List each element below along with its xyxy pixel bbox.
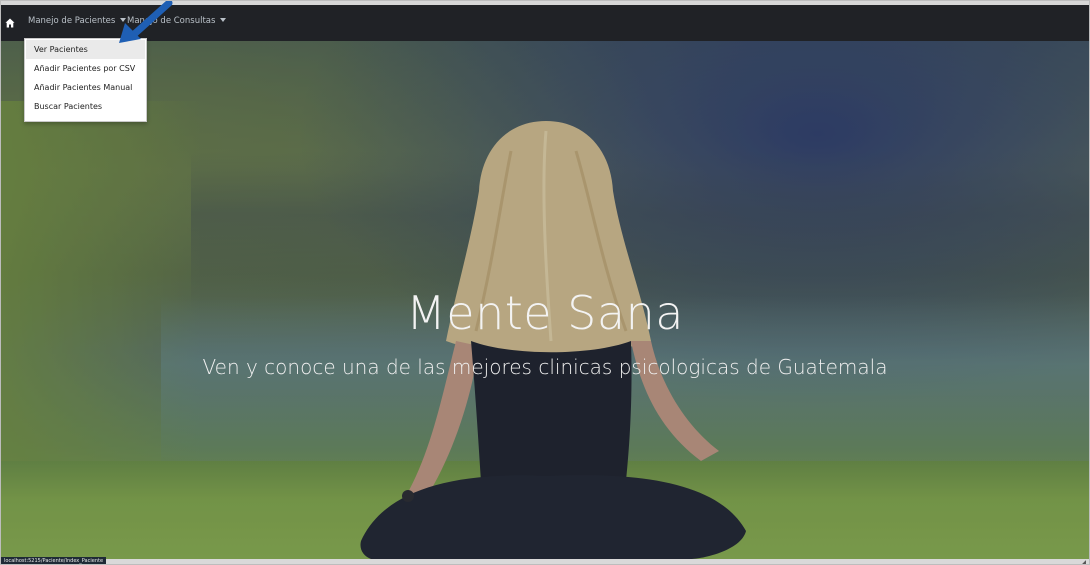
hero-subtitle: Ven y conoce una de las mejores clinicas… [202, 355, 888, 379]
menu-item-buscar-pacientes[interactable]: Buscar Pacientes [26, 97, 145, 116]
nav-manejo-pacientes-label: Manejo de Pacientes [28, 16, 116, 26]
menu-item-anadir-csv[interactable]: Añadir Pacientes por CSV [26, 59, 145, 78]
annotation-arrow-icon [119, 1, 173, 43]
browser-viewport: Manejo de Pacientes Manejo de Consultas … [0, 0, 1090, 565]
hero-title: Mente Sana [406, 286, 684, 340]
status-bar-url: localhost:5215/Paciente/Index_Paciente [1, 557, 107, 564]
menu-item-anadir-manual[interactable]: Añadir Pacientes Manual [26, 78, 145, 97]
dropdown-menu-pacientes: Ver Pacientes Añadir Pacientes por CSV A… [24, 38, 147, 122]
resize-handle-icon: ◢ [1081, 559, 1086, 565]
hero-banner: Mente Sana Ven y conoce una de las mejor… [1, 41, 1089, 559]
home-icon[interactable] [1, 14, 19, 32]
caret-down-icon [220, 18, 227, 22]
